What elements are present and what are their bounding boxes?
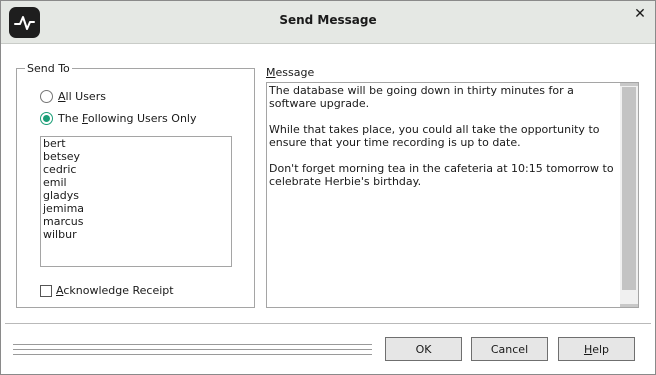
scroll-down-arrow[interactable] [620, 304, 638, 307]
user-list[interactable]: bert betsey cedric emil gladys jemima ma… [40, 136, 232, 267]
acknowledge-checkbox-box[interactable] [40, 284, 52, 297]
message-textarea[interactable]: The database will be going down in thirt… [266, 82, 639, 308]
message-paragraph: The database will be going down in thirt… [269, 84, 574, 110]
acknowledge-receipt-checkbox[interactable]: Acknowledge Receipt [40, 283, 174, 298]
list-item[interactable]: emil [41, 176, 231, 189]
list-item[interactable]: bert [41, 137, 231, 150]
resize-grip-line [13, 344, 372, 345]
resize-grip-line [13, 349, 372, 350]
title-bar: Send Message ✕ [1, 1, 655, 44]
message-text[interactable]: The database will be going down in thirt… [269, 84, 619, 201]
list-item[interactable]: marcus [41, 215, 231, 228]
send-to-legend: Send To [25, 62, 72, 75]
following-users-radio-button[interactable] [40, 111, 53, 125]
close-icon[interactable]: ✕ [631, 6, 649, 22]
scroll-up-arrow[interactable] [620, 83, 638, 86]
message-paragraph: Don't forget morning tea in the cafeteri… [269, 162, 614, 188]
ok-button[interactable]: OK [385, 337, 462, 361]
cancel-button[interactable]: Cancel [471, 337, 548, 361]
all-users-radio[interactable]: All Users [40, 88, 106, 104]
message-label: Message [266, 66, 315, 79]
window-title: Send Message [279, 13, 377, 27]
list-item[interactable]: wilbur [41, 228, 231, 241]
footer-divider [5, 323, 651, 324]
following-users-label: The Following Users Only [58, 111, 197, 125]
message-scrollbar[interactable] [620, 83, 638, 307]
send-message-dialog: Send Message ✕ Send To All Users The Fol… [0, 0, 656, 375]
list-item[interactable]: betsey [41, 150, 231, 163]
resize-grip-line [13, 354, 372, 355]
list-item[interactable]: cedric [41, 163, 231, 176]
all-users-label: All Users [58, 89, 106, 103]
all-users-radio-button[interactable] [40, 89, 53, 103]
scroll-thumb[interactable] [622, 87, 636, 290]
message-paragraph: While that takes place, you could all ta… [269, 123, 600, 149]
acknowledge-receipt-label: Acknowledge Receipt [56, 284, 174, 297]
list-item[interactable]: gladys [41, 189, 231, 202]
list-item[interactable]: jemima [41, 202, 231, 215]
help-button[interactable]: Help [558, 337, 635, 361]
following-users-radio[interactable]: The Following Users Only [40, 110, 196, 126]
